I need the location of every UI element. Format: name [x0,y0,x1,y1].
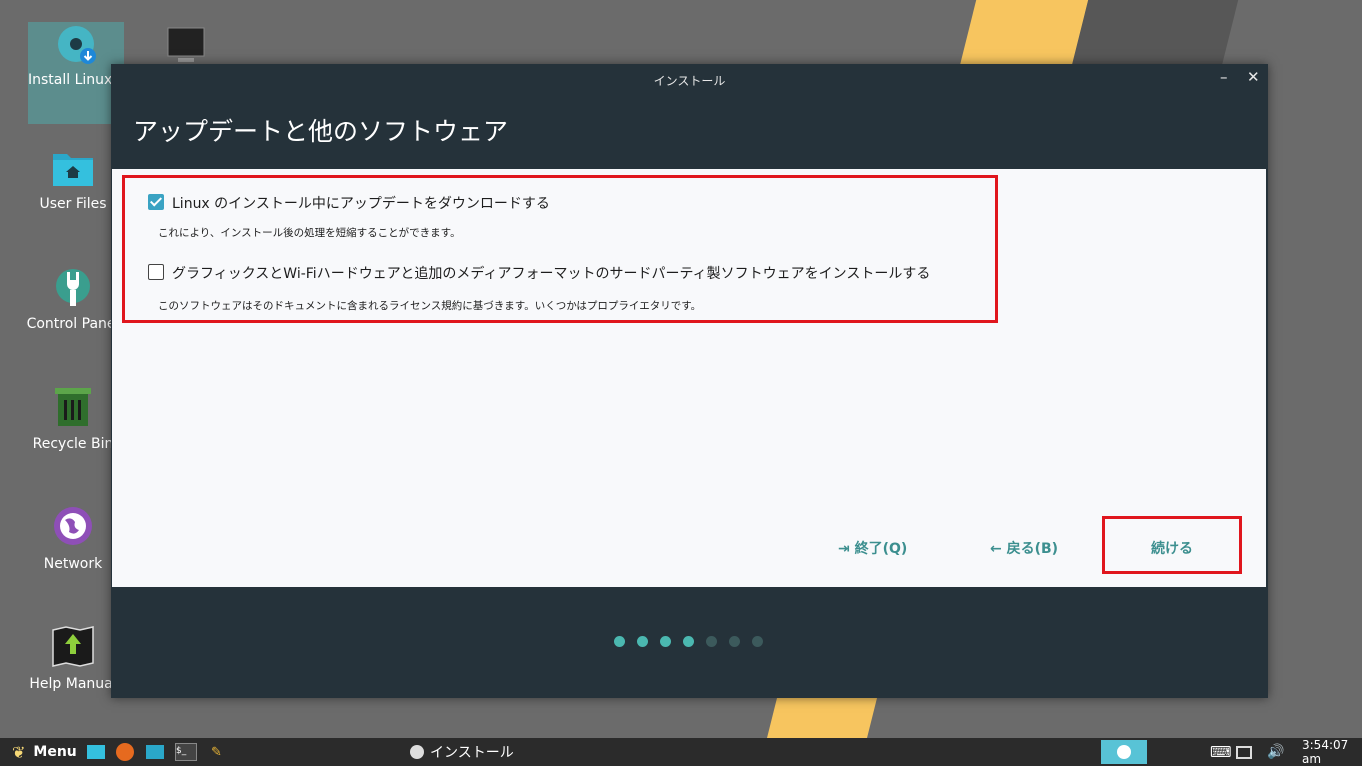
page-title: アップデートと他のソフトウェア [133,117,509,146]
progress-dot [660,636,671,647]
install-disc-icon [1117,745,1131,759]
progress-dots [614,636,763,647]
desktop-icon-label: Network [43,556,103,572]
desktop-icon-label: Install Linux Lite [28,72,124,88]
home-folder-icon [51,146,95,190]
menu-label: Menu [33,744,77,760]
firefox-icon [116,743,134,761]
desktop-icon-label: Control Panel [26,316,120,332]
desktop-icon-label: User Files [39,196,107,212]
desktop-icon-help-manual[interactable]: Help Manual [25,626,121,695]
map-help-icon [51,626,95,670]
back-button[interactable]: ← 戻る(B) [990,538,1058,558]
desktop-icon-user-files[interactable]: User Files [25,146,121,215]
trash-icon [51,386,95,430]
third-party-description: このソフトウェアはそのドキュメントに含まれるライセンス規約に基づきます。いくつか… [158,300,702,312]
progress-dot [637,636,648,647]
user-files-icon [87,745,105,759]
continue-button[interactable]: 続ける [1151,538,1193,558]
clock[interactable]: 3:54:07 am [1302,738,1362,766]
download-updates-checkbox[interactable] [148,194,164,210]
close-icon[interactable]: ✕ [1247,68,1260,86]
progress-dot [706,636,717,647]
taskbar-task-installer[interactable]: インストール [410,738,514,766]
install-disc-icon [410,745,424,759]
script-icon: ✎ [211,744,222,760]
menu-button[interactable]: ❦ Menu [12,738,77,766]
volume-tray[interactable]: 🔊 [1267,738,1284,766]
desktop-icon-recycle-bin[interactable]: Recycle Bin [25,386,121,455]
monitor-icon [1236,745,1252,759]
wallpaper-stripe-dark [1071,0,1239,66]
desktop-icon-network[interactable]: Network [25,506,121,575]
updates-tray-button[interactable] [1101,740,1147,764]
quit-button-label: 終了(Q) [854,541,908,557]
display-tray[interactable] [1236,738,1252,766]
installer-window: インストール – ✕ アップデートと他のソフトウェア Linux のインストール… [111,64,1268,698]
desktop-icon-control-panel[interactable]: Control Panel [25,266,121,335]
user-files-launcher[interactable] [87,738,105,766]
speaker-icon: 🔊 [1267,744,1285,760]
script-launcher[interactable]: ✎ [211,738,222,766]
linux-lite-feather-icon: ❦ [12,742,26,762]
content-panel: Linux のインストール中にアップデートをダウンロードする これにより、インス… [112,169,1266,587]
window-title: インストール [653,74,726,88]
desktop-icon-install[interactable]: Install Linux Lite [28,22,124,124]
install-disc-icon [54,22,98,66]
progress-dot [729,636,740,647]
task-label: インストール [430,745,514,761]
third-party-checkbox[interactable] [148,264,164,280]
control-panel-icon [51,266,95,310]
desktop-icon-label: Recycle Bin [32,436,114,452]
progress-dot [683,636,694,647]
desktop-icon-label: Help Manual [29,676,117,692]
quit-button[interactable]: ⇥ 終了(Q) [838,538,907,558]
download-updates-description: これにより、インストール後の処理を短縮することができます。 [158,227,461,239]
keyboard-tray[interactable]: ⌨ [1210,738,1232,766]
firefox-launcher[interactable] [116,738,134,766]
globe-icon [51,506,95,550]
terminal-icon: $_ [175,743,197,761]
keyboard-icon: ⌨ [1210,743,1232,761]
file-manager-icon [146,745,164,759]
taskbar: ❦ Menu $_ ✎ インストール ⌨ 🔊 3:54:07 am [0,738,1362,766]
exit-icon: ⇥ [838,541,850,557]
file-manager-launcher[interactable] [146,738,164,766]
third-party-label[interactable]: グラフィックスとWi-Fiハードウェアと追加のメディアフォーマットのサードパーテ… [172,263,930,283]
wallpaper-stripe [959,0,1089,66]
download-updates-label[interactable]: Linux のインストール中にアップデートをダウンロードする [172,193,550,213]
back-button-label: 戻る(B) [1006,541,1059,557]
minimize-icon[interactable]: – [1220,68,1228,86]
wallpaper-stripe [767,698,877,738]
progress-dot [752,636,763,647]
terminal-launcher[interactable]: $_ [175,738,197,766]
progress-dot [614,636,625,647]
arrow-left-icon: ← [990,541,1002,557]
